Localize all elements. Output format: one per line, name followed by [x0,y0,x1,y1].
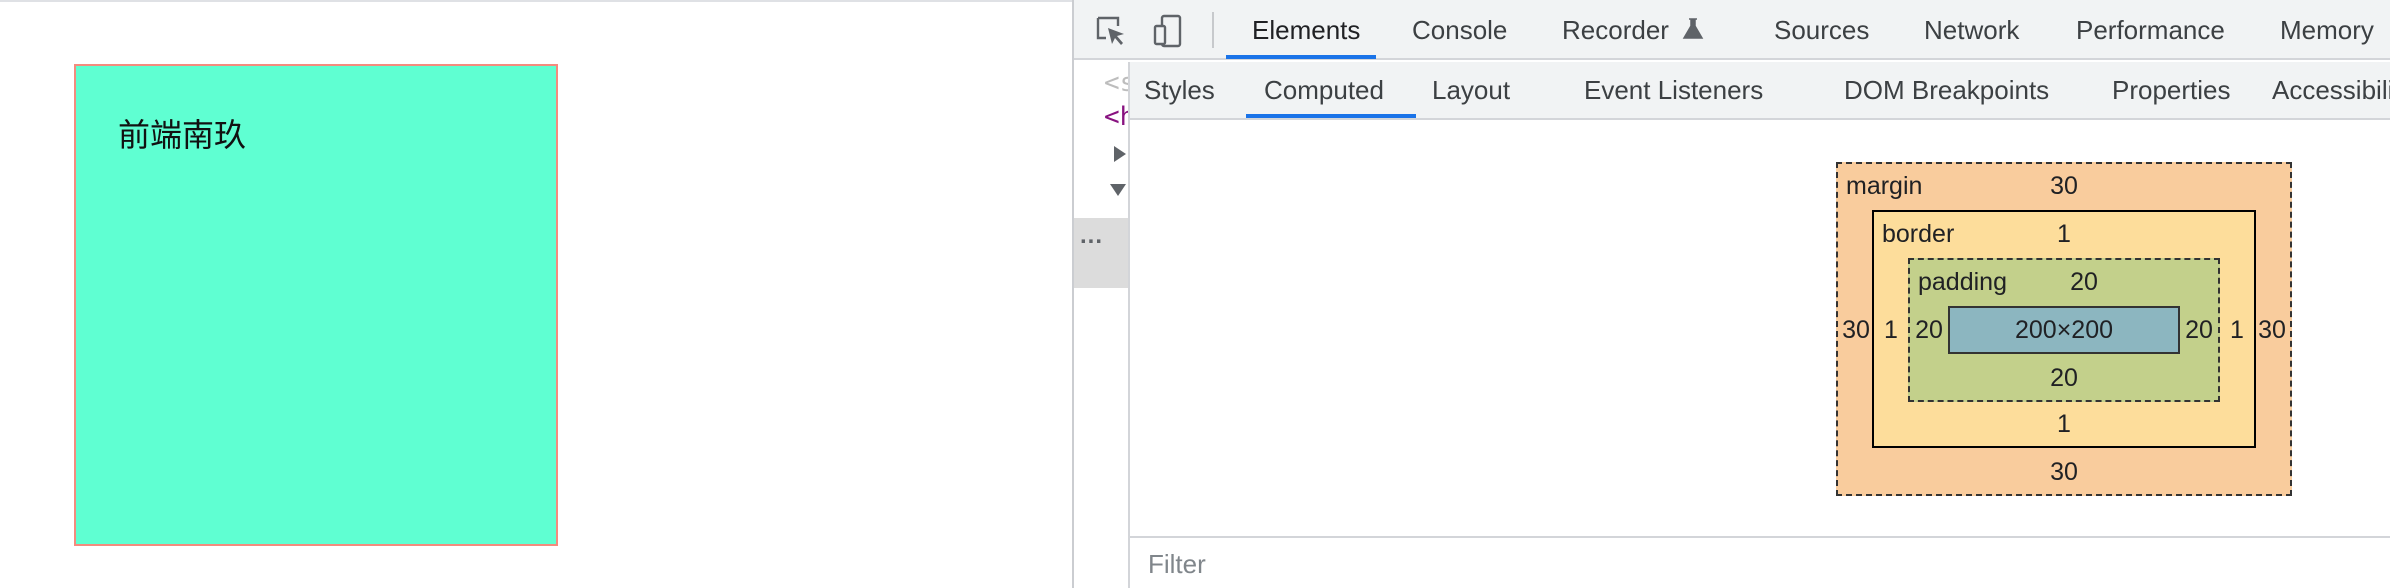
padding-bottom-value[interactable]: 20 [2034,364,2094,393]
more-options-icon[interactable]: ... [1080,222,1103,250]
toolbar-separator [1212,12,1214,48]
margin-label: margin [1846,172,1923,200]
tab-event-listeners[interactable]: Event Listeners [1584,62,1763,118]
dom-node-html[interactable]: <h [1104,102,1128,132]
collapse-arrow-icon[interactable] [1110,184,1126,196]
dom-tree-panel[interactable]: <s <h ... [1074,62,1130,588]
tab-recorder-label: Recorder [1562,15,1669,45]
margin-right-value[interactable]: 30 [2254,316,2290,345]
tab-computed[interactable]: Computed [1264,62,1384,118]
tab-styles[interactable]: Styles [1144,62,1215,118]
expand-arrow-icon[interactable] [1114,146,1126,162]
tab-properties[interactable]: Properties [2112,62,2231,118]
page-viewport: 前端南玖 [0,0,1072,588]
device-toolbar-icon[interactable] [1152,14,1186,48]
border-right-value[interactable]: 1 [2220,316,2254,345]
filter-input[interactable] [1148,546,1748,582]
inspect-element-icon[interactable] [1094,14,1128,48]
tab-dom-breakpoints[interactable]: DOM Breakpoints [1844,62,2049,118]
padding-left-value[interactable]: 20 [1910,316,1948,345]
active-tab-indicator [1246,114,1416,118]
padding-right-value[interactable]: 20 [2180,316,2218,345]
content-size-value[interactable]: 200×200 [1950,316,2178,345]
devtools-panel: Elements Console Recorder Sources Networ… [1072,0,2390,588]
margin-left-value[interactable]: 30 [1838,316,1874,345]
demo-box-text: 前端南玖 [118,116,247,154]
border-label: border [1882,220,1955,248]
sidebar-tabbar: Styles Computed Layout Event Listeners D… [1130,62,2390,120]
tab-sources[interactable]: Sources [1774,0,1869,60]
tab-accessibility[interactable]: Accessibility [2272,62,2390,118]
padding-top-value[interactable]: 20 [2054,268,2114,297]
tab-console[interactable]: Console [1412,0,1507,60]
padding-label: padding [1918,268,2007,296]
tab-memory[interactable]: Memory [2280,0,2374,60]
devtools-main-toolbar: Elements Console Recorder Sources Networ… [1074,0,2390,60]
tab-elements[interactable]: Elements [1252,0,1360,60]
border-top-value[interactable]: 1 [2034,220,2094,249]
demo-box: 前端南玖 [74,64,558,546]
dom-node-doctype[interactable]: <s [1104,68,1128,98]
filter-bar [1130,536,2390,588]
tab-layout[interactable]: Layout [1432,62,1510,118]
border-left-value[interactable]: 1 [1874,316,1908,345]
computed-pane: margin 30 30 30 30 border 1 1 1 1 paddin… [1130,120,2390,588]
flask-icon [1682,18,1704,39]
margin-top-value[interactable]: 30 [2034,172,2094,201]
tab-network[interactable]: Network [1924,0,2019,60]
active-tab-indicator [1226,55,1376,59]
margin-bottom-value[interactable]: 30 [2034,458,2094,487]
tab-recorder[interactable]: Recorder [1562,0,1704,60]
tab-performance[interactable]: Performance [2076,0,2225,60]
border-bottom-value[interactable]: 1 [2034,410,2094,439]
